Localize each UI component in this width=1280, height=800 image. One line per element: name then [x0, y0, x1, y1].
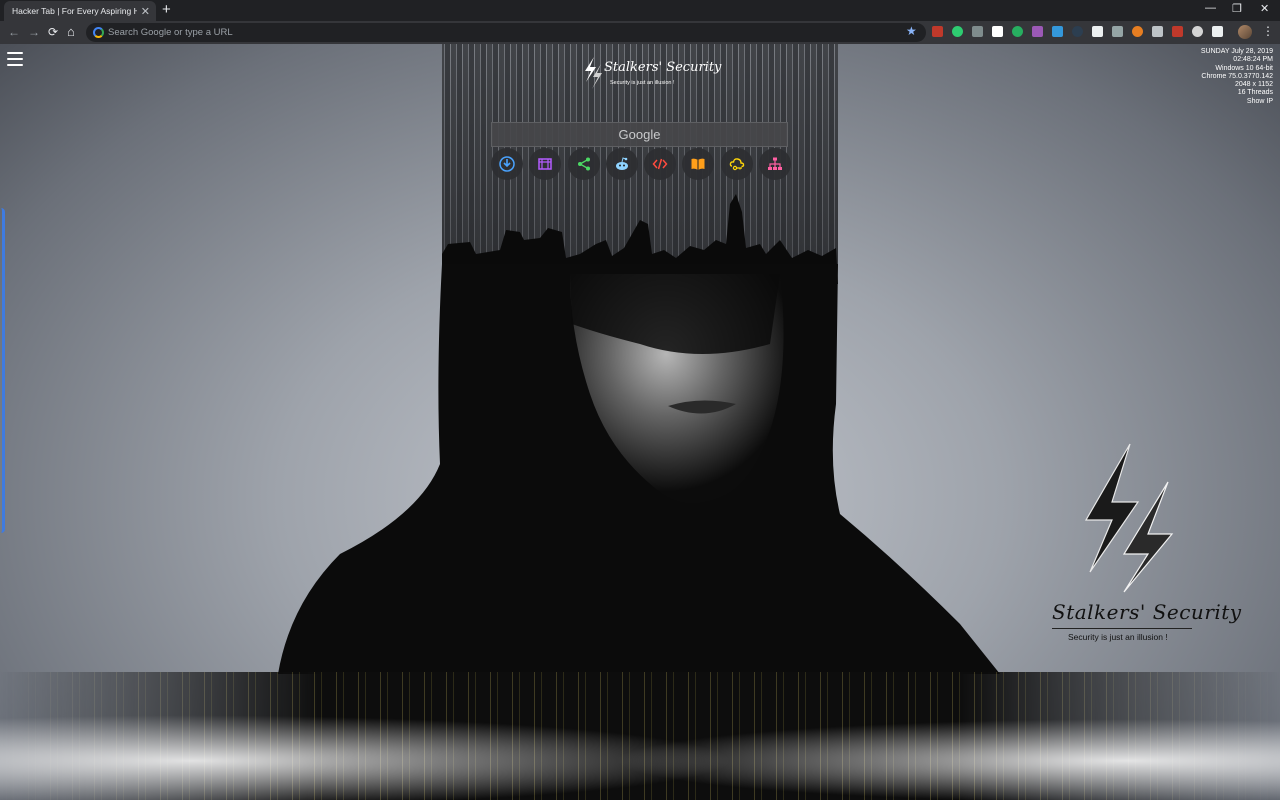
sysinfo-time: 02:48:24 PM [1233, 56, 1273, 64]
shortcut-bar [491, 148, 791, 184]
minimize-icon[interactable]: — [1205, 2, 1216, 14]
google-icon [93, 27, 104, 38]
shortcut-download[interactable] [491, 148, 523, 180]
tab-title: Hacker Tab | For Every Aspiring Hacker [12, 6, 137, 16]
hamburger-menu-icon[interactable] [7, 52, 23, 66]
shortcut-share[interactable] [567, 148, 600, 180]
back-icon[interactable]: ← [8, 24, 20, 40]
share-icon [577, 157, 590, 171]
address-bar[interactable]: Search Google or type a URL [86, 23, 926, 42]
extension-icon[interactable] [972, 26, 983, 37]
tab-strip: Hacker Tab | For Every Aspiring Hacker ✕… [0, 0, 1280, 21]
extension-icon[interactable] [1132, 26, 1143, 37]
new-tab-button[interactable]: + [162, 2, 171, 18]
shortcut-code[interactable] [644, 148, 677, 180]
tab-hacker-tab[interactable]: Hacker Tab | For Every Aspiring Hacker ✕ [4, 1, 156, 21]
media-icon [538, 158, 553, 170]
book-icon [691, 158, 705, 170]
reload-icon[interactable]: ⟳ [48, 24, 58, 40]
browser-toolbar: ← → ⟳ ⌂ Search Google or type a URL ★ [0, 21, 1280, 44]
browser-menu-icon[interactable]: ⋮ [1262, 24, 1274, 38]
sitemap-icon [767, 157, 782, 170]
shortcut-sitemap[interactable] [758, 148, 791, 180]
restore-icon[interactable]: ❐ [1232, 2, 1242, 15]
lightning-logo-icon [585, 57, 602, 89]
google-search-box[interactable]: Google [491, 122, 788, 147]
shortcut-reddit[interactable] [605, 148, 638, 180]
show-ip-link[interactable]: Show IP [1201, 98, 1273, 106]
reddit-icon [615, 157, 628, 170]
sysinfo-date: SUNDAY July 28, 2019 [1200, 48, 1273, 55]
extension-icon[interactable] [1012, 26, 1023, 37]
sidebar-drawer-edge[interactable] [0, 208, 5, 533]
profile-avatar[interactable] [1238, 25, 1252, 39]
close-window-icon[interactable]: ✕ [1260, 2, 1269, 15]
header-logo: Stalkers' Security Security is just an i… [582, 56, 721, 90]
bottom-fog [0, 669, 1280, 800]
forward-icon[interactable]: → [28, 24, 40, 40]
extension-icon[interactable] [1112, 26, 1123, 37]
extension-icon[interactable] [932, 26, 943, 37]
cloud-key-icon [729, 158, 744, 171]
header-logo-title: Stalkers' Security [604, 60, 722, 75]
sysinfo-browser: Chrome 75.0.3770.142 [1201, 72, 1273, 80]
code-icon [652, 158, 668, 170]
extension-icon[interactable] [1172, 26, 1183, 37]
download-icon [499, 156, 515, 172]
shortcut-media[interactable] [529, 148, 562, 180]
extension-icon[interactable] [952, 26, 963, 37]
home-icon[interactable]: ⌂ [67, 24, 75, 40]
extension-icon[interactable] [1032, 26, 1043, 37]
brand-title: Stalkers' Security [1052, 600, 1242, 624]
extension-icon[interactable] [1052, 26, 1063, 37]
sysinfo-threads: 16 Threads [1237, 89, 1273, 97]
sysinfo-resolution: 2048 x 1152 [1234, 81, 1273, 89]
new-tab-page: SUNDAY July 28, 2019 02:48:24 PM Windows… [0, 44, 1280, 800]
system-info-panel: SUNDAY July 28, 2019 02:48:24 PM Windows… [1201, 48, 1273, 106]
shortcut-cloud-key[interactable] [720, 148, 753, 180]
close-tab-icon[interactable]: ✕ [141, 5, 150, 18]
brand-tagline: Security is just an illusion ! [1068, 632, 1168, 642]
brand-divider [1052, 628, 1192, 629]
extension-icon[interactable] [1152, 26, 1163, 37]
extension-icon[interactable] [1072, 26, 1083, 37]
extension-icon[interactable] [1192, 26, 1203, 37]
sysinfo-os: Windows 10 64-bit [1215, 64, 1273, 72]
bookmark-star-icon[interactable]: ★ [906, 24, 917, 38]
shortcut-book[interactable] [682, 148, 715, 180]
extension-icon[interactable] [992, 26, 1003, 37]
address-bar-placeholder: Search Google or type a URL [108, 27, 233, 38]
extension-icon[interactable] [1212, 26, 1223, 37]
lightning-logo-icon [1084, 443, 1174, 593]
extension-icon[interactable] [1092, 26, 1103, 37]
stalkers-security-brand: Stalkers' Security Security is just an i… [1040, 442, 1241, 647]
header-logo-tagline: Security is just an illusion ! [610, 80, 675, 86]
